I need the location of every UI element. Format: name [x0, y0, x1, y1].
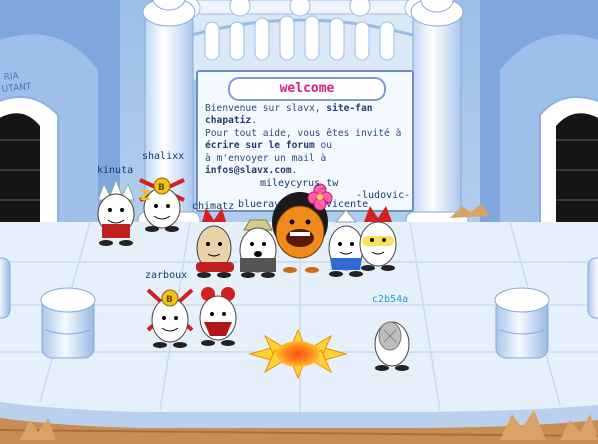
- player-name-mileycyrus-tw[interactable]: mileycyrus_tw: [260, 178, 338, 189]
- svg-text:B: B: [166, 295, 173, 305]
- chapatiz-link[interactable]: chapatiz: [205, 115, 251, 126]
- welcome-line-4b: ou: [314, 140, 333, 152]
- welcome-board-title: welcome: [228, 77, 386, 101]
- game-scene[interactable]: RIA UTANT welcome Bienvenue sur slavx, s…: [0, 0, 598, 444]
- avatar-blueray[interactable]: [239, 219, 277, 278]
- welcome-line-6b: .: [291, 165, 298, 177]
- player-name-kinuta[interactable]: kinuta: [97, 165, 133, 176]
- forum-link[interactable]: écrire sur le forum: [205, 140, 315, 151]
- welcome-board-text: Bienvenue sur slavx, site-fan chapatiz. …: [205, 103, 409, 177]
- site-fan-link[interactable]: site-fan: [326, 103, 372, 114]
- welcome-line-3: Pour tout aide, vous êtes invité à: [205, 127, 402, 139]
- wall-sign-line-1: RIA: [3, 71, 20, 83]
- svg-text:B: B: [158, 183, 165, 193]
- avatar-kinuta[interactable]: [97, 178, 135, 246]
- player-name-ludovic[interactable]: -ludovic-: [356, 190, 410, 201]
- svg-text:z: z: [140, 184, 150, 205]
- email-link[interactable]: infos@slavx.com: [205, 165, 292, 176]
- player-name-c2b54a[interactable]: c2b54a: [372, 294, 408, 305]
- player-name-chimatz[interactable]: chimatz: [192, 201, 234, 212]
- player-name-shalixx[interactable]: shalixx: [142, 151, 184, 162]
- welcome-line-1a: Bienvenue sur slavx,: [205, 103, 327, 114]
- welcome-line-2b: .: [251, 115, 257, 127]
- player-name-zarboux[interactable]: zarboux: [145, 270, 187, 281]
- player-name-blueray[interactable]: blueray: [238, 199, 280, 210]
- welcome-line-5: à m'envoyer un mail à: [205, 152, 327, 164]
